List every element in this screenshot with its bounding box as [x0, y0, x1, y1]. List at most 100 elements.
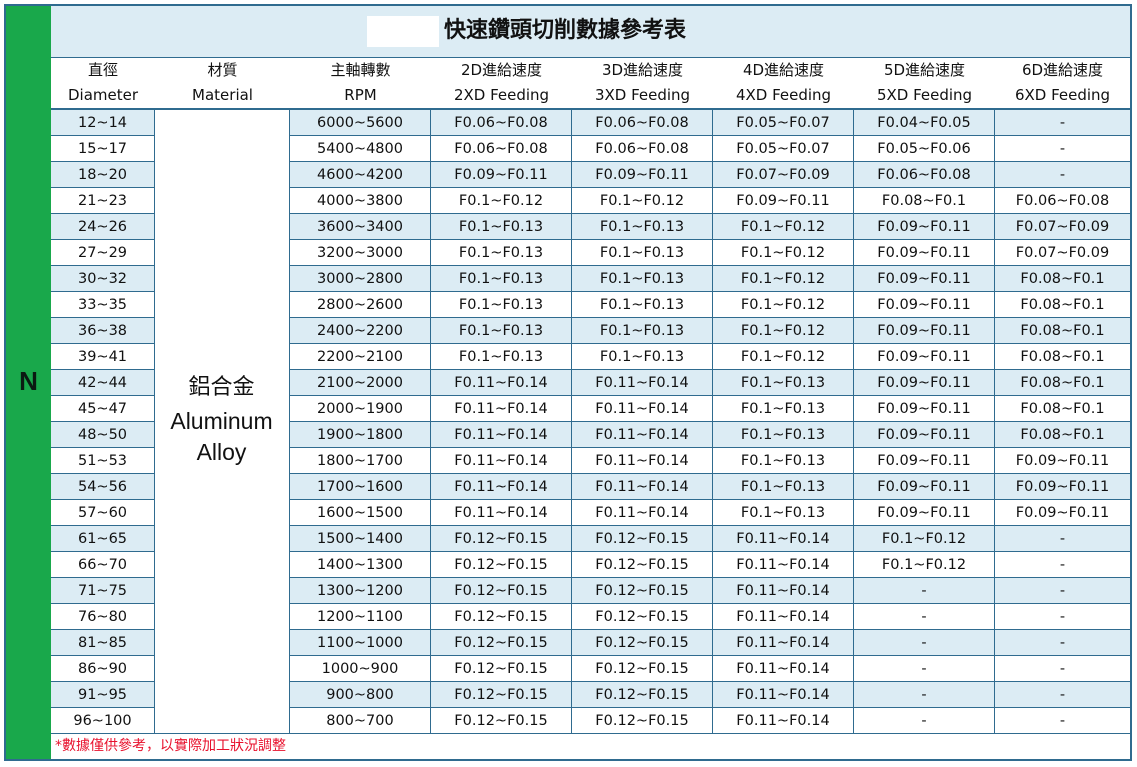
table-cell: 15~17 — [51, 136, 155, 162]
column-header-zh: 3D進給速度 — [601, 61, 684, 79]
table-cell: F0.11~F0.14 — [572, 448, 713, 474]
table-cell: 71~75 — [51, 578, 155, 604]
table-cell: - — [995, 656, 1130, 682]
material-name-en-line2: Alloy — [196, 439, 247, 465]
table-cell: F0.11~F0.14 — [713, 708, 854, 734]
table-cell: F0.1~F0.13 — [572, 214, 713, 240]
table-cell: 3600~3400 — [290, 214, 431, 240]
table-cell: F0.09~F0.11 — [854, 266, 995, 292]
table-cell: F0.1~F0.13 — [572, 344, 713, 370]
table-cell: 33~35 — [51, 292, 155, 318]
column-header-en: RPM — [344, 86, 377, 104]
table-cell: F0.1~F0.12 — [713, 344, 854, 370]
table-cell: 2200~2100 — [290, 344, 431, 370]
table-cell: F0.05~F0.07 — [713, 110, 854, 136]
table-cell: F0.09~F0.11 — [431, 162, 572, 188]
table-cell: F0.11~F0.14 — [572, 474, 713, 500]
table-cell: 3200~3000 — [290, 240, 431, 266]
column-header-zh: 直徑 — [87, 61, 118, 79]
table-cell: F0.12~F0.15 — [431, 526, 572, 552]
table-cell: F0.08~F0.1 — [995, 396, 1130, 422]
table-cell: F0.1~F0.13 — [713, 422, 854, 448]
table-cell: - — [995, 552, 1130, 578]
table-cell: F0.1~F0.13 — [572, 292, 713, 318]
table-cell: 2100~2000 — [290, 370, 431, 396]
table-cell: F0.12~F0.15 — [431, 656, 572, 682]
table-cell: - — [995, 682, 1130, 708]
table-cell: F0.1~F0.12 — [713, 318, 854, 344]
table-cell: F0.09~F0.11 — [713, 188, 854, 214]
column-header-en: 6XD Feeding — [1014, 86, 1111, 104]
table-cell: F0.1~F0.13 — [431, 318, 572, 344]
table-cell: F0.1~F0.13 — [713, 474, 854, 500]
table-cell: 1500~1400 — [290, 526, 431, 552]
column-header-zh: 6D進給速度 — [1021, 61, 1104, 79]
column-header-en: 5XD Feeding — [876, 86, 973, 104]
column-header-zh: 4D進給速度 — [742, 61, 825, 79]
table-cell: 57~60 — [51, 500, 155, 526]
table-cell: F0.1~F0.12 — [854, 526, 995, 552]
table-cell: F0.1~F0.12 — [572, 188, 713, 214]
table-cell: F0.11~F0.14 — [713, 630, 854, 656]
title-bar: 快速鑽頭切削數據參考表 — [51, 6, 1130, 59]
table-cell: 54~56 — [51, 474, 155, 500]
table-cell: F0.06~F0.08 — [572, 136, 713, 162]
table-cell: F0.07~F0.09 — [995, 214, 1130, 240]
table-cell: 4600~4200 — [290, 162, 431, 188]
table-cell: - — [995, 526, 1130, 552]
table-cell: F0.09~F0.11 — [854, 240, 995, 266]
table-cell: - — [995, 578, 1130, 604]
table-cell: F0.11~F0.14 — [572, 500, 713, 526]
table-cell: 1900~1800 — [290, 422, 431, 448]
material-group-label: N — [19, 366, 38, 396]
table-cell: F0.1~F0.12 — [854, 552, 995, 578]
table-cell: F0.1~F0.13 — [713, 370, 854, 396]
table-cell: F0.12~F0.15 — [431, 552, 572, 578]
table-cell: F0.09~F0.11 — [854, 422, 995, 448]
table-header: 直徑 Diameter 材質 Material 主軸轉數 RPM 2D進給速度 2XD Fee… — [51, 58, 1130, 110]
table-cell: F0.07~F0.09 — [713, 162, 854, 188]
table-cell: F0.06~F0.08 — [995, 188, 1130, 214]
table-cell: 30~32 — [51, 266, 155, 292]
table-cell: F0.12~F0.15 — [431, 682, 572, 708]
table-cell: F0.1~F0.13 — [431, 240, 572, 266]
table-cell: F0.09~F0.11 — [854, 448, 995, 474]
table-cell: F0.1~F0.13 — [431, 214, 572, 240]
table-cell: 21~23 — [51, 188, 155, 214]
column-header-en: Material — [192, 86, 253, 104]
table-cell: 42~44 — [51, 370, 155, 396]
table-cell: - — [995, 630, 1130, 656]
table-cell: 18~20 — [51, 162, 155, 188]
footnote: *數據僅供參考，以實際加工狀況調整 — [55, 738, 286, 754]
table-cell: 24~26 — [51, 214, 155, 240]
table-cell: 1200~1100 — [290, 604, 431, 630]
table-cell: F0.09~F0.11 — [995, 474, 1130, 500]
table-cell: F0.11~F0.14 — [431, 448, 572, 474]
column-header-zh: 材質 — [207, 61, 238, 79]
table-cell: 76~80 — [51, 604, 155, 630]
table-cell: F0.1~F0.12 — [713, 240, 854, 266]
table-cell: F0.09~F0.11 — [995, 500, 1130, 526]
column-header: 6D進給速度 6XD Feeding — [995, 58, 1130, 108]
table-cell: - — [854, 630, 995, 656]
table-cell: F0.12~F0.15 — [572, 656, 713, 682]
table-cell: 5400~4800 — [290, 136, 431, 162]
table-cell: F0.11~F0.14 — [431, 370, 572, 396]
table-cell: 4000~3800 — [290, 188, 431, 214]
column-header-en: Diameter — [67, 86, 139, 104]
table-cell: 36~38 — [51, 318, 155, 344]
table-cell: F0.1~F0.13 — [572, 240, 713, 266]
table-cell: 61~65 — [51, 526, 155, 552]
column-header-en: 4XD Feeding — [735, 86, 832, 104]
table-cell: F0.09~F0.11 — [854, 500, 995, 526]
table-cell: F0.08~F0.1 — [995, 266, 1130, 292]
column-header: 2D進給速度 2XD Feeding — [431, 58, 572, 108]
table-cell: F0.11~F0.14 — [713, 682, 854, 708]
table-cell: F0.07~F0.09 — [995, 240, 1130, 266]
table-cell: F0.1~F0.13 — [572, 266, 713, 292]
table-cell: F0.05~F0.07 — [713, 136, 854, 162]
column-header-en: 2XD Feeding — [453, 86, 550, 104]
table-cell: F0.1~F0.13 — [713, 500, 854, 526]
table-cell: F0.11~F0.14 — [713, 578, 854, 604]
data-table: 12~14 6000~5600 F0.06~F0.08 F0.06~F0.08 F0.0… — [51, 110, 1130, 734]
